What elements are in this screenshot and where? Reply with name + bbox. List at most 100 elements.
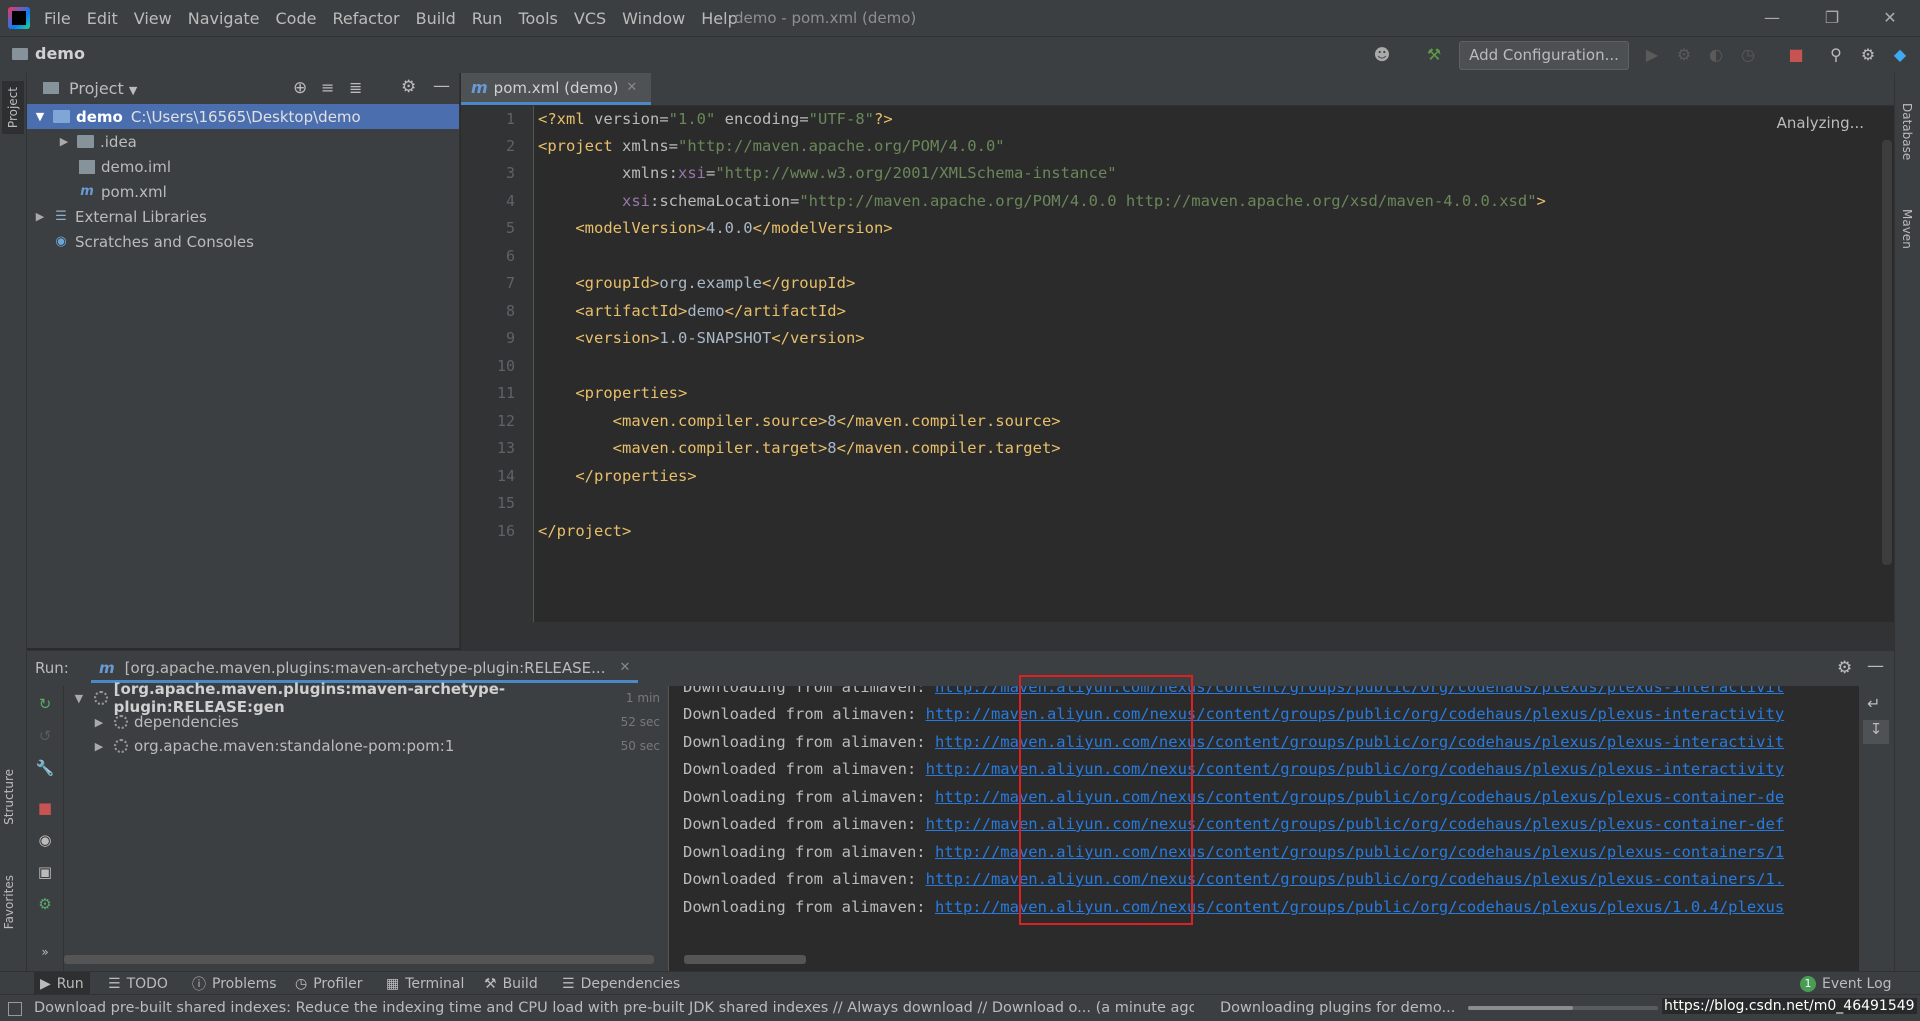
expand-all-icon[interactable]: ≡	[321, 78, 334, 97]
debug-icon[interactable]: ⚙	[1674, 45, 1694, 65]
toggle-tool-windows-icon[interactable]	[8, 1002, 22, 1016]
code-editor[interactable]: Analyzing... <?xml version="1.0" encodin…	[534, 106, 1882, 622]
minimize-icon[interactable]: —	[1762, 8, 1782, 28]
project-view-selector[interactable]: Project ▼	[69, 79, 137, 98]
hide-panel-icon[interactable]: —	[433, 76, 450, 96]
editor-gutter: 1 2 3 4 5 6 7 8 9 10 11 12 13 14 15 16	[461, 106, 534, 622]
menu-navigate[interactable]: Navigate	[188, 9, 270, 28]
debug-bug-icon[interactable]: ⚙	[35, 894, 55, 914]
menu-code[interactable]: Code	[276, 9, 327, 28]
menu-edit[interactable]: Edit	[87, 9, 128, 28]
favorites-tool-tab[interactable]: Favorites	[2, 875, 16, 929]
run-tab[interactable]: m [org.apache.maven.plugins:maven-archet…	[91, 655, 639, 683]
tab-build[interactable]: ⚒ Build	[484, 972, 538, 995]
camera-icon[interactable]: ▣	[35, 862, 55, 882]
tab-pom-xml[interactable]: m pom.xml (demo) ✕	[461, 73, 652, 105]
build-hammer-icon[interactable]: ⚒	[1424, 45, 1444, 65]
tab-run[interactable]: ▶ Run	[34, 972, 90, 995]
restore-icon[interactable]: ❐	[1822, 8, 1842, 28]
scroll-to-end-icon[interactable]: ↧	[1863, 720, 1889, 744]
tree-item-external-libraries[interactable]: ▶ ☰ External Libraries	[27, 204, 459, 229]
close-tab-icon[interactable]: ✕	[619, 660, 630, 675]
panel-settings-gear-icon[interactable]: ⚙	[401, 77, 416, 97]
tree-item-idea[interactable]: ▶ .idea	[27, 129, 459, 154]
project-tool-tab[interactable]: Project	[2, 81, 24, 135]
menu-build[interactable]: Build	[416, 9, 466, 28]
run-tree-row[interactable]: ▼ [org.apache.maven.plugins:maven-archet…	[64, 680, 668, 716]
line-number: 9	[505, 329, 515, 347]
settings-gear-icon[interactable]: ⚙	[1858, 45, 1878, 65]
run-settings-gear-icon[interactable]: ⚙	[1837, 658, 1852, 678]
rerun-icon[interactable]: ↻	[35, 694, 55, 714]
progress-bar	[1468, 1006, 1658, 1010]
more-icon[interactable]: »	[35, 942, 55, 962]
list-icon: ☰	[108, 975, 121, 992]
tree-item-path: C:\Users\16565\Desktop\demo	[130, 107, 361, 126]
run-tree-time: 50 sec	[620, 739, 660, 753]
stop-icon[interactable]: ■	[1786, 45, 1806, 65]
code-line: <version>1.0-SNAPSHOT</version>	[575, 329, 865, 347]
project-panel-header: Project ▼ ⊕ ≡ ≣ ⚙ —	[27, 73, 459, 103]
structure-tool-tab[interactable]: Structure	[2, 769, 16, 825]
chevron-down-icon: ▼	[128, 84, 138, 97]
run-tree-row[interactable]: ▶ dependencies 52 sec	[64, 710, 668, 734]
editor-scrollbar[interactable]	[1882, 140, 1892, 565]
chevron-right-icon[interactable]: ▶	[57, 135, 71, 148]
tab-terminal[interactable]: ▦ Terminal	[386, 972, 464, 995]
status-message[interactable]: Download pre-built shared indexes: Reduc…	[34, 1000, 1194, 1016]
menu-tools[interactable]: Tools	[518, 9, 567, 28]
close-icon[interactable]: ✕	[1880, 8, 1900, 28]
tab-profiler[interactable]: ◷ Profiler	[295, 972, 363, 995]
chevron-down-icon[interactable]: ▼	[72, 692, 86, 705]
tab-problems[interactable]: ⓘ Problems	[192, 972, 277, 995]
profile-icon[interactable]: ◷	[1738, 45, 1758, 65]
toolbox-icon[interactable]: ◆	[1890, 45, 1910, 65]
console-scrollbar[interactable]	[684, 955, 806, 964]
close-tab-icon[interactable]: ✕	[626, 80, 637, 95]
add-configuration-button[interactable]: Add Configuration...	[1459, 41, 1629, 70]
coverage-icon[interactable]: ◐	[1706, 45, 1726, 65]
chevron-down-icon[interactable]: ▼	[33, 110, 47, 123]
rerun-failed-icon[interactable]: ↺	[35, 726, 55, 746]
search-icon[interactable]: ⚲	[1826, 45, 1846, 65]
menu-vcs[interactable]: VCS	[574, 9, 616, 28]
stop-icon[interactable]: ■	[35, 798, 55, 818]
run-tree-row[interactable]: ▶ org.apache.maven:standalone-pom:pom:1 …	[64, 734, 668, 758]
tab-todo[interactable]: ☰ TODO	[108, 972, 168, 995]
user-icon[interactable]: ☻	[1372, 45, 1392, 65]
menu-view[interactable]: View	[134, 9, 182, 28]
chevron-right-icon[interactable]: ▶	[33, 210, 47, 223]
chevron-right-icon[interactable]: ▶	[92, 716, 106, 729]
hide-panel-icon[interactable]: —	[1867, 656, 1884, 676]
breadcrumb-project[interactable]: demo	[35, 44, 85, 63]
chevron-right-icon[interactable]: ▶	[92, 740, 106, 753]
tree-item-pom-xml[interactable]: m pom.xml	[27, 179, 459, 204]
tab-dependencies[interactable]: ☰ Dependencies	[562, 972, 680, 995]
menu-run[interactable]: Run	[472, 9, 513, 28]
code-line: <maven.compiler.target>8</maven.compiler…	[612, 439, 1061, 457]
line-number: 7	[505, 274, 515, 292]
wrench-icon[interactable]: 🔧	[35, 758, 55, 778]
console-text: Downloading from alimaven:	[683, 788, 935, 806]
eye-icon[interactable]: ◉	[35, 830, 55, 850]
run-panel-label: Run:	[35, 659, 69, 677]
tab-event-log[interactable]: 1 Event Log	[1800, 972, 1892, 995]
bottom-tool-tabs: ▶ Run ☰ TODO ⓘ Problems ◷ Profiler ▦ Terminal…	[0, 971, 1920, 995]
tree-item-demo[interactable]: ▼ demo C:\Users\16565\Desktop\demo	[27, 104, 459, 129]
console-output[interactable]: Downloading from alimaven: http://maven.…	[669, 686, 1859, 971]
collapse-all-icon[interactable]: ≣	[349, 78, 362, 97]
line-number: 4	[505, 192, 515, 210]
tree-scrollbar[interactable]	[64, 955, 654, 964]
menu-file[interactable]: File	[44, 9, 81, 28]
console-line: Downloaded from alimaven: http://maven.a…	[683, 870, 1784, 888]
menu-window[interactable]: Window	[622, 9, 695, 28]
tree-item-scratches[interactable]: ◉ Scratches and Consoles	[27, 229, 459, 254]
soft-wrap-icon[interactable]: ↵	[1867, 694, 1880, 713]
run-tree-label: dependencies	[134, 713, 239, 731]
tree-item-demo-iml[interactable]: demo.iml	[27, 154, 459, 179]
locate-icon[interactable]: ⊕	[293, 78, 307, 98]
maven-tool-tab[interactable]: Maven	[1900, 209, 1914, 249]
database-tool-tab[interactable]: Database	[1900, 103, 1914, 160]
menu-refactor[interactable]: Refactor	[332, 9, 409, 28]
run-icon[interactable]: ▶	[1642, 45, 1662, 65]
